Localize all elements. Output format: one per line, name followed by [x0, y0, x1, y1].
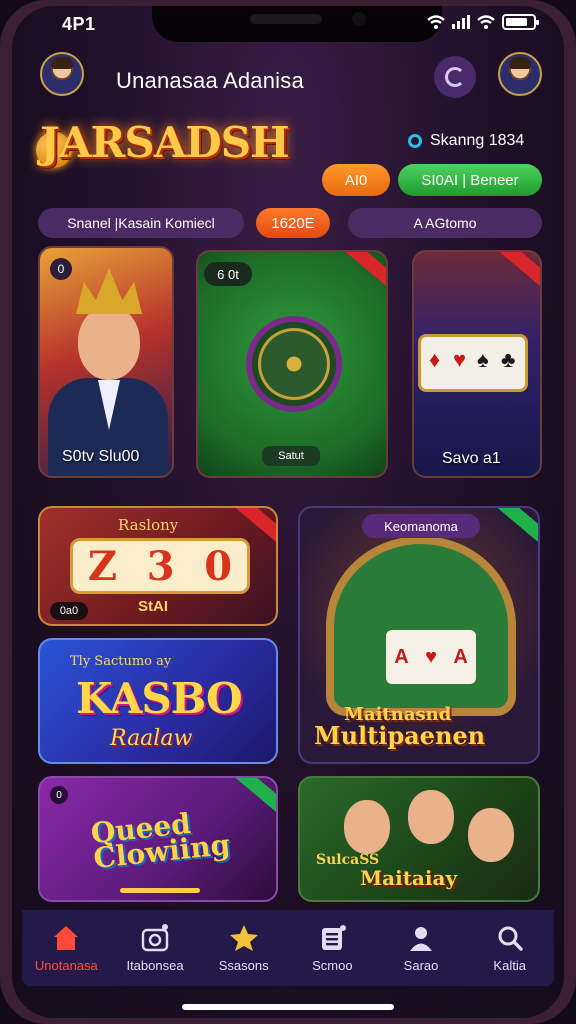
playing-cards-icon: A ♥ A [386, 630, 476, 684]
balance-display: Skanng 1834 [408, 132, 524, 150]
game-card-6[interactable]: Tly Sactumo ay KASBO Raalaw [38, 638, 278, 764]
card-chip: 0a0 [50, 602, 88, 620]
bottom-nav: Unotanasa Itabonsea Ssasons Scmoo Sarao … [22, 910, 554, 986]
card-title: Raslony [118, 516, 179, 534]
speaker-grille [250, 14, 322, 24]
nav-item-home[interactable]: Unotanasa [22, 910, 111, 986]
star-icon [229, 924, 258, 951]
new-ribbon [236, 778, 276, 815]
crown-icon [76, 268, 142, 314]
profile-avatar[interactable] [498, 52, 542, 96]
character-face [468, 808, 514, 862]
person-icon [410, 926, 433, 951]
user-name: Unanasaa Adanisa [116, 68, 304, 93]
card-badge: 0 [50, 258, 72, 280]
playing-cards-icon: ♦ ♥ ♠ ♣ [418, 334, 528, 392]
nav-item-search[interactable]: Kaltia [465, 910, 554, 986]
game-card-3[interactable]: ♦ ♥ ♠ ♣ Savo a1 [412, 250, 542, 478]
reel-3: 0 [204, 542, 233, 590]
nav-label: Scmoo [312, 957, 353, 973]
game-card-2[interactable]: 6 0t Satut [196, 250, 388, 478]
roulette-wheel-icon [246, 316, 342, 412]
card-tag: Keomanoma [362, 514, 480, 538]
balance-icon [408, 134, 422, 148]
status-time: 4P1 [62, 14, 96, 34]
character-face [344, 800, 390, 854]
search-icon [498, 926, 523, 951]
reel-2: 3 [146, 542, 175, 590]
status-icons [426, 14, 539, 30]
logo-text: JARSADSH [40, 118, 290, 167]
wifi-icon-2 [477, 15, 495, 29]
game-card-1[interactable]: 0 S0tv Slu00 [38, 246, 174, 478]
play-button[interactable]: Satut [262, 446, 320, 466]
card-subtitle: Tly Sactumo ay [70, 654, 172, 669]
card-label: S0tv Slu00 [62, 448, 140, 465]
battery-icon [502, 14, 539, 30]
nav-item-person[interactable]: Sarao [377, 910, 466, 986]
new-ribbon [498, 508, 538, 545]
home-indicator[interactable] [182, 1004, 394, 1010]
promo-count-badge[interactable]: 1620E [256, 208, 330, 238]
card-title: Maitnasnd Multipaenen [314, 706, 485, 748]
character-face [78, 306, 140, 380]
nav-item-document[interactable]: Scmoo [288, 910, 377, 986]
balance-label: Skanng 1834 [430, 132, 525, 149]
user-avatar[interactable] [40, 52, 84, 96]
wifi-icon [427, 15, 445, 29]
app-screen: 4P1 Unanasaa Adanisa JARSADSH Skanng 183… [12, 6, 564, 1018]
card-progress-bar [120, 888, 200, 893]
orange-action-button[interactable]: AI0 [322, 164, 390, 196]
nav-item-camera[interactable]: Itabonsea [111, 910, 200, 986]
card-label: Savo a1 [442, 450, 501, 467]
nav-label: Itabonsea [126, 957, 184, 973]
green-action-button[interactable]: SI0AI | Beneer [398, 164, 542, 196]
game-card-7[interactable]: 0 Queed Clowiing [38, 776, 278, 902]
card-title: Maitaiay [360, 866, 458, 890]
brand-logo: JARSADSH [34, 110, 294, 186]
refresh-icon [445, 67, 465, 87]
front-camera [352, 12, 366, 26]
signal-icon [452, 15, 470, 29]
hot-ribbon [500, 252, 540, 289]
document-icon [322, 924, 347, 950]
nav-label: Ssasons [218, 957, 269, 973]
search-bar[interactable]: A AGtomo [348, 208, 542, 238]
card-badge: 6 0t [204, 262, 252, 286]
home-icon [54, 925, 79, 950]
nav-label: Sarao [403, 957, 439, 973]
character-face [408, 790, 454, 844]
card-table [326, 536, 516, 716]
card-badge: 0 [50, 786, 68, 804]
game-card-8[interactable]: SulcaSS Maitaiay [298, 776, 540, 902]
reel-1: Z [87, 542, 118, 590]
nav-label: Unotanasa [34, 957, 98, 973]
promo-bar[interactable]: Snanel |Kasain Komiecl [38, 208, 244, 238]
card-title: KASBO [76, 674, 243, 723]
camera-icon [141, 923, 169, 951]
nav-label: Kaltia [493, 957, 526, 973]
nav-item-star[interactable]: Ssasons [199, 910, 288, 986]
slot-reels: Z 3 0 [70, 538, 250, 594]
new-ribbon [346, 252, 386, 289]
game-card-4[interactable]: Raslony Z 3 0 0a0 StAI [38, 506, 278, 626]
game-card-5[interactable]: Keomanoma A ♥ A Maitnasnd Multipaenen [298, 506, 540, 764]
card-title: Queed Clowiing [89, 807, 231, 875]
notch [152, 6, 442, 42]
card-title-line2: Multipaenen [314, 721, 486, 750]
card-caption: Raalaw [110, 726, 193, 751]
phone-frame: 4P1 Unanasaa Adanisa JARSADSH Skanng 183… [0, 0, 576, 1024]
refresh-button[interactable] [434, 56, 476, 98]
card-label: StAI [138, 598, 168, 615]
